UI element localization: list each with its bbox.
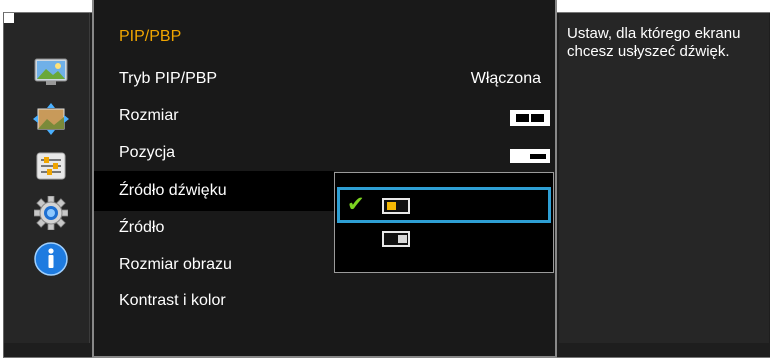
- menu-item-source[interactable]: Źródło: [119, 219, 164, 237]
- menu-item-picture-size[interactable]: Rozmiar obrazu: [119, 256, 232, 274]
- position-icon: [510, 149, 550, 163]
- gear-icon[interactable]: [31, 193, 71, 233]
- settings-sliders-icon[interactable]: [31, 146, 71, 186]
- sub-screen-icon: [382, 231, 410, 247]
- sidebar: [4, 13, 90, 343]
- menu-title: PIP/PBP: [119, 28, 182, 45]
- sound-source-submenu: ✔: [334, 172, 554, 273]
- screen-adjust-icon[interactable]: [31, 99, 71, 139]
- help-panel: Ustaw, dla którego ekranu chcesz usłysze…: [559, 13, 769, 343]
- help-text: Ustaw, dla którego ekranu chcesz usłysze…: [567, 25, 741, 60]
- menu-item-contrast-color[interactable]: Kontrast i kolor: [119, 292, 226, 310]
- sound-source-option-main[interactable]: ✔: [337, 187, 551, 223]
- sound-source-option-sub[interactable]: [337, 227, 551, 263]
- menu-item-position[interactable]: Pozycja: [119, 144, 175, 162]
- info-icon[interactable]: [31, 239, 71, 279]
- picture-icon[interactable]: [31, 53, 71, 93]
- menu-item-sound-source[interactable]: Źródło dźwięku: [119, 182, 227, 200]
- menu-item-size[interactable]: Rozmiar: [119, 107, 179, 125]
- sidebar-notch: [4, 13, 14, 23]
- check-icon: ✔: [347, 193, 365, 216]
- size-icon: [510, 110, 550, 126]
- main-screen-icon: [382, 198, 410, 214]
- menu-item-pip-mode[interactable]: Tryb PIP/PBP: [119, 70, 217, 88]
- pip-mode-value: Włączona: [470, 70, 541, 87]
